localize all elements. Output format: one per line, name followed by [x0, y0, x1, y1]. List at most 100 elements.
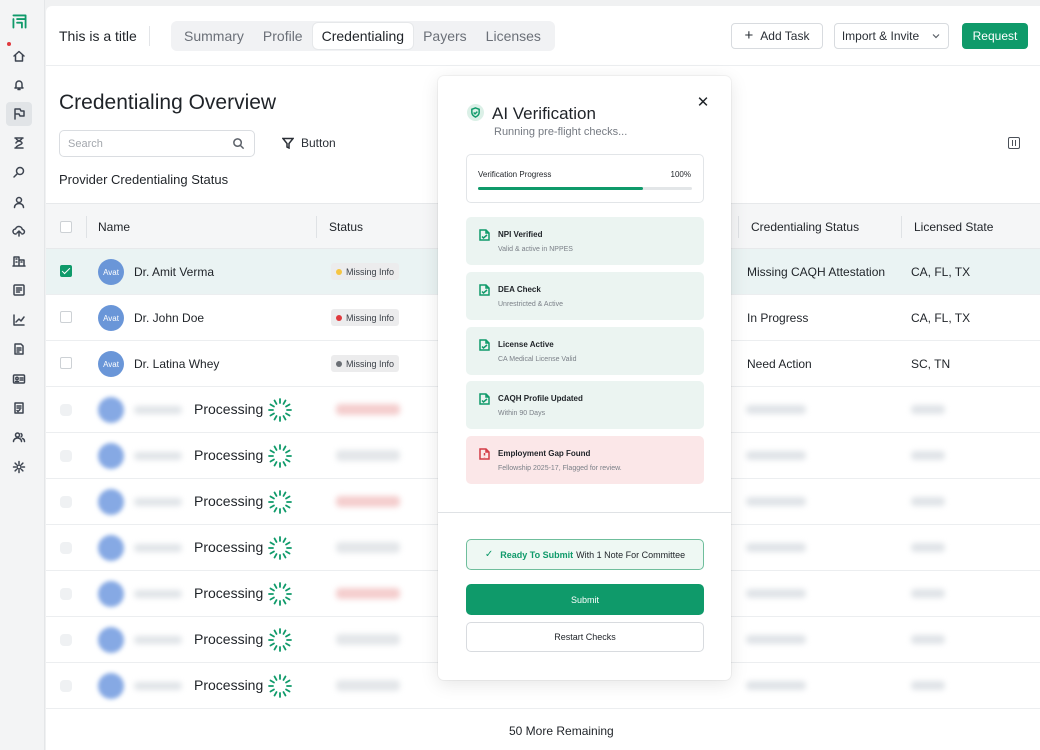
progress-fill	[478, 187, 643, 190]
row-checkbox	[60, 634, 72, 646]
add-task-button[interactable]: + Add Task	[731, 23, 823, 49]
import-invite-label: Import & Invite	[841, 29, 920, 43]
progress-value: 100%	[670, 170, 691, 179]
loading-spinner-icon	[268, 536, 292, 560]
avatar: Avat	[98, 259, 124, 285]
settings-icon[interactable]	[6, 455, 32, 479]
user-icon[interactable]	[6, 190, 32, 214]
blurred-licensed-state	[911, 543, 945, 552]
blurred-name	[134, 498, 182, 506]
avatar	[98, 489, 124, 515]
blurred-credentialing-status	[746, 681, 806, 690]
select-all-checkbox[interactable]	[60, 221, 72, 233]
column-divider	[901, 216, 902, 238]
column-header-licensed-state[interactable]: Licensed State	[914, 220, 993, 234]
column-header-credentialing-status[interactable]: Credentialing Status	[751, 220, 859, 234]
check-employment-gap: Employment Gap Found Fellowship 2025-17,…	[466, 436, 704, 484]
plus-icon: +	[744, 27, 754, 44]
processing-label: Processing	[194, 447, 264, 463]
check-icon: ✓	[484, 549, 494, 560]
provider-name[interactable]: Dr. Amit Verma	[134, 265, 214, 279]
avatar	[98, 581, 124, 607]
column-header-status[interactable]: Status	[329, 220, 363, 234]
row-checkbox	[60, 496, 72, 508]
blurred-status	[336, 404, 400, 415]
home-icon[interactable]	[6, 44, 32, 68]
blurred-name	[134, 682, 182, 690]
columns-settings-icon[interactable]	[1008, 137, 1020, 149]
title-divider	[149, 26, 150, 46]
blurred-name	[134, 590, 182, 598]
row-checkbox[interactable]	[60, 311, 72, 323]
search-placeholder: Search	[68, 137, 103, 150]
blurred-credentialing-status	[746, 589, 806, 598]
avatar	[98, 627, 124, 653]
row-checkbox	[60, 680, 72, 692]
check-npi-verified: NPI Verified Valid & active in NPPES	[466, 217, 704, 265]
blurred-status	[336, 588, 400, 599]
users-icon[interactable]	[6, 425, 32, 449]
row-checkbox	[60, 588, 72, 600]
loading-spinner-icon	[268, 582, 292, 606]
shield-check-icon	[467, 104, 484, 121]
tab-payers[interactable]: Payers	[414, 23, 476, 49]
document-check-icon	[479, 229, 490, 241]
blurred-licensed-state	[911, 451, 945, 460]
blurred-credentialing-status	[746, 543, 806, 552]
modal-title: AI Verification	[492, 104, 596, 123]
tab-summary[interactable]: Summary	[175, 23, 253, 49]
request-button[interactable]: Request	[962, 23, 1028, 49]
blurred-status	[336, 450, 400, 461]
document-check-icon	[479, 393, 490, 405]
processing-label: Processing	[194, 539, 264, 555]
status-dot	[336, 314, 342, 321]
cloud-upload-icon[interactable]	[6, 219, 32, 243]
document-icon[interactable]	[6, 337, 32, 361]
tab-licenses[interactable]: Licenses	[477, 23, 550, 49]
page-title: This is a title	[59, 28, 137, 44]
blurred-status	[336, 496, 400, 507]
blurred-status	[336, 680, 400, 691]
row-checkbox[interactable]	[60, 265, 72, 277]
restart-checks-button[interactable]: Restart Checks	[466, 622, 704, 652]
avatar	[98, 673, 124, 699]
logo-icon[interactable]	[6, 9, 32, 33]
blurred-licensed-state	[911, 497, 945, 506]
list-icon[interactable]	[6, 278, 32, 302]
check-title: Employment Gap Found	[498, 449, 591, 458]
close-icon[interactable]: ✕	[696, 95, 710, 110]
verification-progress: Verification Progress 100%	[466, 154, 704, 203]
tab-credentialing[interactable]: Credentialing	[312, 23, 414, 49]
search-icon[interactable]	[6, 160, 32, 184]
filter-button[interactable]: Button	[282, 136, 336, 150]
submit-button[interactable]: Submit	[466, 584, 704, 615]
id-card-icon[interactable]	[6, 367, 32, 391]
blurred-licensed-state	[911, 635, 945, 644]
status-label: Missing Info	[346, 266, 395, 277]
hourglass-icon[interactable]	[6, 131, 32, 155]
provider-name[interactable]: Dr. John Doe	[134, 311, 204, 325]
blurred-licensed-state	[911, 681, 945, 690]
import-invite-button[interactable]: Import & Invite	[834, 23, 949, 49]
status-label: Missing Info	[346, 358, 395, 369]
building-icon[interactable]	[6, 249, 32, 273]
provider-name[interactable]: Dr. Latina Whey	[134, 357, 219, 371]
checklist-icon[interactable]	[6, 396, 32, 420]
avatar: Avat	[98, 305, 124, 331]
check-subtitle: Within 90 Days	[498, 410, 546, 417]
tab-profile[interactable]: Profile	[254, 23, 312, 49]
chart-icon[interactable]	[6, 308, 32, 332]
check-title: CAQH Profile Updated	[498, 394, 583, 403]
check-subtitle: Fellowship 2025-17, Flagged for review.	[498, 465, 622, 472]
section-heading: Provider Credentialing Status	[59, 172, 229, 187]
column-header-name[interactable]: Name	[98, 220, 130, 234]
search-input[interactable]: Search	[59, 130, 255, 157]
credentialing-status-cell: Need Action	[747, 357, 812, 371]
bell-icon[interactable]	[6, 73, 32, 97]
status-dot	[336, 268, 342, 275]
flag-icon[interactable]	[6, 102, 32, 126]
sidebar	[0, 0, 45, 750]
blurred-credentialing-status	[746, 451, 806, 460]
row-checkbox[interactable]	[60, 357, 72, 369]
add-task-label: Add Task	[760, 29, 810, 43]
